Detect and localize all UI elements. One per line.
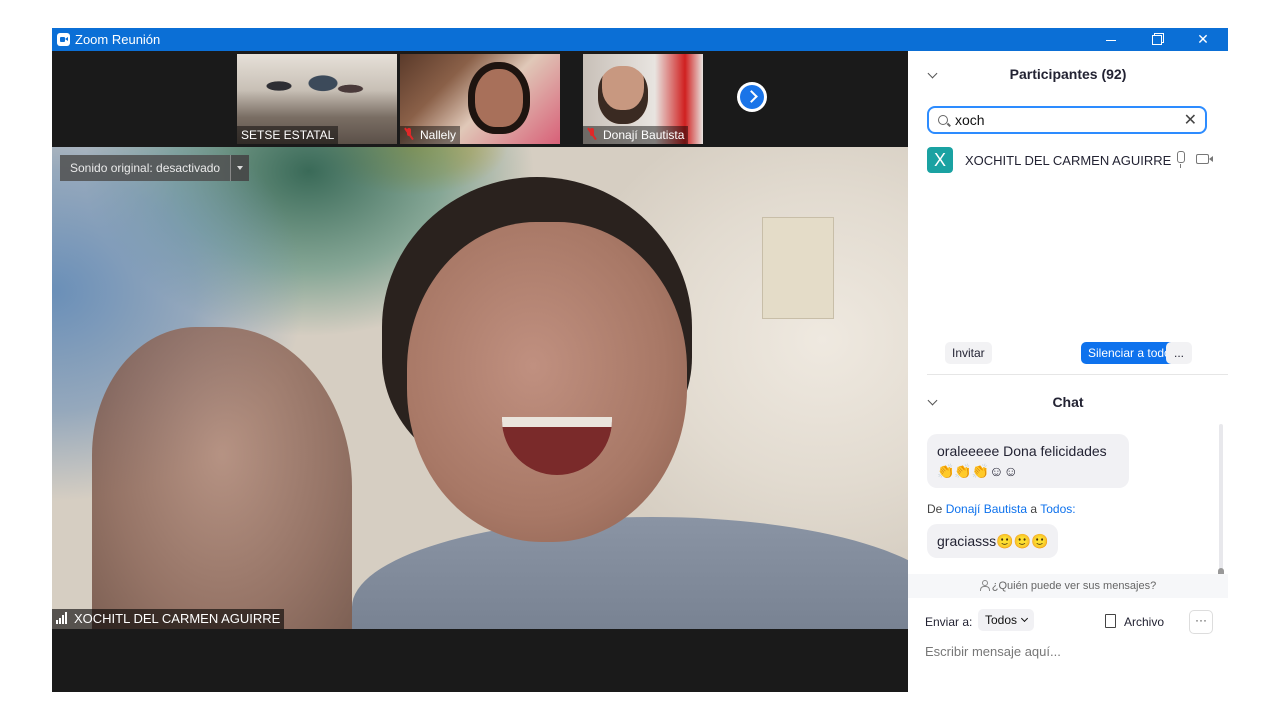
recipient-link[interactable]: Todos: [1040,502,1075,516]
speaker-name: XOCHITL DEL CARMEN AGUIRRE [74,611,281,626]
more-options-button[interactable]: ... [1166,342,1193,364]
video-area: SETSE ESTATAL Nallely Donají Bautista So… [52,51,908,692]
search-input[interactable] [955,111,1185,129]
invite-button[interactable]: Invitar [945,342,992,364]
thumbnail-name-label: Nallely [400,126,461,144]
avatar: X [927,147,953,173]
close-icon: ✕ [1197,31,1209,47]
minimize-icon [1106,39,1116,41]
side-panel: Participantes (92) ✕ X XOCHITL DEL CARME… [908,51,1228,692]
thumbnail-name-label: SETSE ESTATAL [237,126,339,144]
clear-search-icon[interactable]: ✕ [1184,110,1197,130]
chevron-down-icon [1020,614,1029,623]
microphone-icon[interactable] [1177,151,1185,168]
send-to-label: Enviar a: [925,615,973,629]
signal-bars-icon [56,612,70,624]
person-icon [979,580,990,591]
muted-mic-icon [404,128,414,140]
participant-name: XOCHITL DEL CARMEN AGUIRRE [965,153,1172,168]
chevron-down-icon[interactable] [230,155,250,181]
chat-message: graciasss🙂🙂🙂 [927,524,1059,558]
zoom-camera-icon [57,33,70,46]
close-button[interactable]: ✕ [1180,28,1226,51]
video-thumbnail[interactable]: SETSE ESTATAL [237,54,397,144]
chat-more-button[interactable]: ··· [1189,610,1213,634]
minimize-button[interactable] [1088,28,1134,51]
thumbnail-video-image [598,66,648,124]
video-thumbnail-strip: SETSE ESTATAL Nallely Donají Bautista [52,51,908,147]
active-speaker-video: Sonido original: desactivado XOCHITL DEL… [52,147,908,629]
speaker-name-tag: XOCHITL DEL CARMEN AGUIRRE [52,609,285,629]
restore-icon [1152,35,1162,46]
file-button[interactable]: Archivo [1105,614,1164,629]
message-input[interactable] [925,641,1215,661]
participants-title: Participantes (92) [1009,66,1127,82]
panel-divider [927,374,1228,375]
muted-mic-icon [587,128,597,140]
thumbnail-name-label: Donají Bautista [583,126,689,144]
video-camera-icon[interactable] [1196,154,1213,164]
chat-title: Chat [1052,394,1084,410]
video-wall-outlet [762,217,834,319]
participant-search[interactable]: ✕ [927,106,1207,134]
original-sound-label[interactable]: Sonido original: desactivado [60,155,231,181]
search-icon [938,115,948,125]
title-bar: Zoom Reunión ✕ [52,28,1228,51]
file-icon [1105,614,1116,628]
chevron-right-circle-icon[interactable] [737,82,767,112]
who-can-see-link[interactable]: ¿Quién puede ver sus mensajes? [908,574,1228,598]
send-to-dropdown[interactable]: Todos [978,609,1035,631]
window-title: Zoom Reunión [75,32,161,47]
chat-scrollbar[interactable] [1218,424,1224,578]
video-thumbnail[interactable]: Nallely [400,54,560,144]
message-sender-line: De Donají Bautista a Todos: [927,502,1076,516]
video-thumbnail[interactable]: Donají Bautista [583,54,703,144]
thumbnail-video-image [257,64,367,119]
participant-row[interactable]: X XOCHITL DEL CARMEN AGUIRRE [927,147,1217,173]
thumbnail-video-image [468,62,530,134]
zoom-meeting-window: Zoom Reunión ✕ SETSE ESTATAL Nallely Don… [52,28,1228,692]
video-arm [92,327,352,629]
sender-link[interactable]: Donají Bautista [946,502,1027,516]
chat-message: oraleeeee Dona felicidades 👏👏👏☺☺ [927,434,1129,488]
restore-button[interactable] [1134,28,1180,51]
video-face [407,222,687,542]
original-sound-toggle[interactable]: Sonido original: desactivado [60,155,250,181]
